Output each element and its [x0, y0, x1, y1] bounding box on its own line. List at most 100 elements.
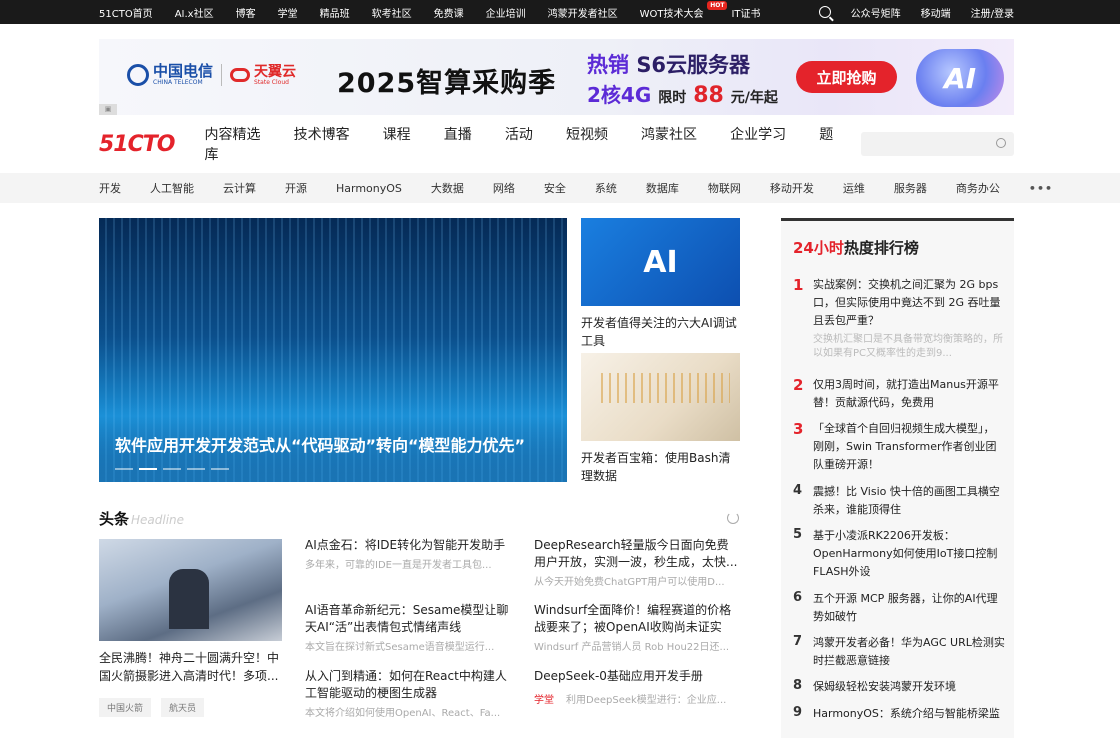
top-link-free-course[interactable]: 免费课: [434, 5, 464, 20]
top-link-wechat-matrix[interactable]: 公众号矩阵: [851, 5, 901, 20]
ranking-item[interactable]: 1 实战案例：交换机之间汇聚为 2G bps 口，但实际使用中竟达不到 2G 吞…: [793, 276, 1005, 361]
carousel-dot-active[interactable]: [139, 468, 157, 470]
carousel-dot[interactable]: [187, 468, 205, 470]
ranking-item-title[interactable]: 保姆级轻松安装鸿蒙开发环境: [813, 678, 1005, 696]
tag[interactable]: 中国火箭: [99, 698, 152, 717]
article-tag[interactable]: 学堂: [534, 695, 554, 706]
top-link-wot-conference[interactable]: WOT技术大会 HOT: [640, 0, 728, 20]
ranking-item[interactable]: 9 HarmonyOS：系统介绍与智能桥梁监: [793, 705, 1005, 723]
top-link-home[interactable]: 51CTO首页: [99, 5, 153, 20]
top-link-premium-class[interactable]: 精品班: [320, 5, 350, 20]
article-title[interactable]: DeepSeek-0基础应用开发手册: [534, 668, 739, 685]
nav-tech-blog[interactable]: 技术博客: [294, 127, 350, 143]
refresh-icon[interactable]: [727, 512, 739, 524]
side-card-bash[interactable]: 开发者百宝箱：使用Bash清理数据: [581, 353, 740, 485]
side-card-image[interactable]: AI: [581, 218, 740, 306]
top-link-it-cert[interactable]: IT证书: [731, 5, 760, 20]
cat-system[interactable]: 系统: [595, 180, 617, 196]
ranking-item-title[interactable]: 「全球首个自回归视频生成大模型」，刚刚，Swin Transformer作者创业…: [813, 420, 1005, 474]
nav-harmony-community[interactable]: 鸿蒙社区: [641, 127, 697, 143]
nav-courses[interactable]: 课程: [383, 127, 411, 143]
article-item[interactable]: 从入门到精通：如何在React中构建人工智能驱动的梗图生成器 本文将介绍如何使用…: [305, 668, 510, 719]
main-nav: 51CTO 内容精选 技术博客 课程 直播 活动 短视频 鸿蒙社区 企业学习 题…: [99, 127, 1014, 163]
tag[interactable]: 航天员: [161, 698, 205, 717]
carousel-dot[interactable]: [115, 468, 133, 470]
article-title[interactable]: 从入门到精通：如何在React中构建人工智能驱动的梗图生成器: [305, 668, 510, 702]
ranking-item-title[interactable]: 震撼！比 Visio 快十倍的画图工具横空杀来，谁能顶得住: [813, 483, 1005, 519]
nav-events[interactable]: 活动: [505, 127, 533, 143]
side-card-ai-tools[interactable]: AI 开发者值得关注的六大AI调试工具: [581, 218, 740, 350]
cat-cloud[interactable]: 云计算: [223, 180, 256, 196]
article-desc: 本文将介绍如何使用OpenAI、React、Fa...: [305, 708, 501, 719]
side-card-title[interactable]: 开发者值得关注的六大AI调试工具: [581, 314, 740, 350]
cat-database[interactable]: 数据库: [646, 180, 679, 196]
article-item[interactable]: AI语音革命新纪元：Sesame模型让聊天AI“活”出表情包式情绪声线 本文旨在…: [305, 602, 510, 653]
search-icon[interactable]: [996, 138, 1006, 148]
side-card-title[interactable]: 开发者百宝箱：使用Bash清理数据: [581, 449, 740, 485]
search-icon[interactable]: [818, 6, 831, 18]
article-title[interactable]: AI语音革命新纪元：Sesame模型让聊天AI“活”出表情包式情绪声线: [305, 602, 510, 636]
brand2-sub: State Cloud: [254, 78, 289, 86]
article-item[interactable]: AI点金石：将IDE转化为智能开发助手 多年来，可靠的IDE一直是开发者工具包.…: [305, 537, 510, 571]
article-item[interactable]: DeepResearch轻量版今日面向免费用户开放，实测一波，秒生成，太快...…: [534, 537, 739, 588]
cat-office[interactable]: 商务办公: [956, 180, 1000, 196]
brand2-name: 天翼云: [254, 63, 297, 80]
hero-caption[interactable]: 软件应用开发开发范式从“代码驱动”转向“模型能力优先”: [115, 432, 525, 456]
ranking-item[interactable]: 5 基于小凌派RK2206开发板：OpenHarmony如何使用IoT接口控制F…: [793, 527, 1005, 581]
nav-short-video[interactable]: 短视频: [566, 127, 608, 143]
headline-main-title[interactable]: 全民沸腾！神舟二十圆满升空！中国火箭摄影进入高清时代！多项...: [99, 649, 285, 685]
search-input[interactable]: [861, 132, 1014, 156]
ranking-item[interactable]: 3 「全球首个自回归视频生成大模型」，刚刚，Swin Transformer作者…: [793, 420, 1005, 474]
cat-security[interactable]: 安全: [544, 180, 566, 196]
cat-dev[interactable]: 开发: [99, 180, 121, 196]
headline-main-image[interactable]: [99, 539, 282, 641]
side-card-image[interactable]: [581, 353, 740, 441]
ranking-item[interactable]: 6 五个开源 MCP 服务器，让你的AI代理势如破竹: [793, 590, 1005, 626]
top-link-enterprise-training[interactable]: 企业培训: [486, 5, 526, 20]
ad-banner[interactable]: 中国电信 CHINA TELECOM 天翼云 State Cloud 2025智…: [99, 39, 1014, 115]
ranking-title: 24小时热度排行榜: [793, 237, 919, 258]
cat-harmonyos[interactable]: HarmonyOS: [336, 182, 402, 195]
ranking-item-title[interactable]: 基于小凌派RK2206开发板：OpenHarmony如何使用IoT接口控制FLA…: [813, 527, 1005, 581]
cat-network[interactable]: 网络: [493, 180, 515, 196]
cat-iot[interactable]: 物联网: [708, 180, 741, 196]
cat-open-source[interactable]: 开源: [285, 180, 307, 196]
article-desc: 多年来，可靠的IDE一直是开发者工具包...: [305, 560, 492, 571]
cat-big-data[interactable]: 大数据: [431, 180, 464, 196]
carousel-dot[interactable]: [211, 468, 229, 470]
ranking-item-title[interactable]: 实战案例：交换机之间汇聚为 2G bps 口，但实际使用中竟达不到 2G 吞吐量…: [813, 276, 1005, 330]
cat-server[interactable]: 服务器: [894, 180, 927, 196]
article-title[interactable]: AI点金石：将IDE转化为智能开发助手: [305, 537, 510, 554]
hero-carousel[interactable]: 软件应用开发开发范式从“代码驱动”转向“模型能力优先”: [99, 218, 567, 482]
nav-enterprise-learning[interactable]: 企业学习: [730, 127, 786, 143]
top-link-academy[interactable]: 学堂: [278, 5, 298, 20]
ranking-item[interactable]: 8 保姆级轻松安装鸿蒙开发环境: [793, 678, 1005, 696]
article-title[interactable]: Windsurf全面降价！编程赛道的价格战要来了；被OpenAI收购尚未证实: [534, 602, 739, 636]
ranking-item[interactable]: 2 仅用3周时间，就打造出Manus开源平替！贡献源代码，免费用: [793, 376, 1005, 412]
site-logo[interactable]: 51CTO: [99, 132, 175, 157]
cat-ai[interactable]: 人工智能: [150, 180, 194, 196]
ranking-item-title[interactable]: 五个开源 MCP 服务器，让你的AI代理势如破竹: [813, 590, 1005, 626]
ranking-item-title[interactable]: HarmonyOS：系统介绍与智能桥梁监: [813, 705, 1005, 723]
rank-number: 3: [793, 420, 804, 438]
article-title[interactable]: DeepResearch轻量版今日面向免费用户开放，实测一波，秒生成，太快...: [534, 537, 739, 571]
top-link-harmony-dev[interactable]: 鸿蒙开发者社区: [548, 5, 618, 20]
nav-featured[interactable]: 内容精选: [204, 127, 260, 143]
top-link-exam-community[interactable]: 软考社区: [372, 5, 412, 20]
top-link-ai-community[interactable]: AI.x社区: [175, 5, 214, 20]
top-link-blog[interactable]: 博客: [236, 5, 256, 20]
top-link-login-register[interactable]: 注册/登录: [971, 5, 1014, 20]
buy-now-button[interactable]: 立即抢购: [796, 61, 897, 93]
cat-mobile-dev[interactable]: 移动开发: [770, 180, 814, 196]
top-link-mobile[interactable]: 移动端: [921, 5, 951, 20]
ranking-item-title[interactable]: 仅用3周时间，就打造出Manus开源平替！贡献源代码，免费用: [813, 376, 1005, 412]
article-item[interactable]: Windsurf全面降价！编程赛道的价格战要来了；被OpenAI收购尚未证实 W…: [534, 602, 739, 653]
ranking-item-title[interactable]: 鸿蒙开发者必备！华为AGC URL检测实时拦截恶意链接: [813, 634, 1005, 670]
cat-ops[interactable]: 运维: [843, 180, 865, 196]
nav-live[interactable]: 直播: [444, 127, 472, 143]
carousel-dot[interactable]: [163, 468, 181, 470]
article-item[interactable]: DeepSeek-0基础应用开发手册 学堂 利用DeepSeek模型进行：企业应.…: [534, 668, 739, 706]
more-icon[interactable]: •••: [1029, 182, 1053, 195]
ranking-item[interactable]: 7 鸿蒙开发者必备！华为AGC URL检测实时拦截恶意链接: [793, 634, 1005, 670]
ranking-item[interactable]: 4 震撼！比 Visio 快十倍的画图工具横空杀来，谁能顶得住: [793, 483, 1005, 519]
